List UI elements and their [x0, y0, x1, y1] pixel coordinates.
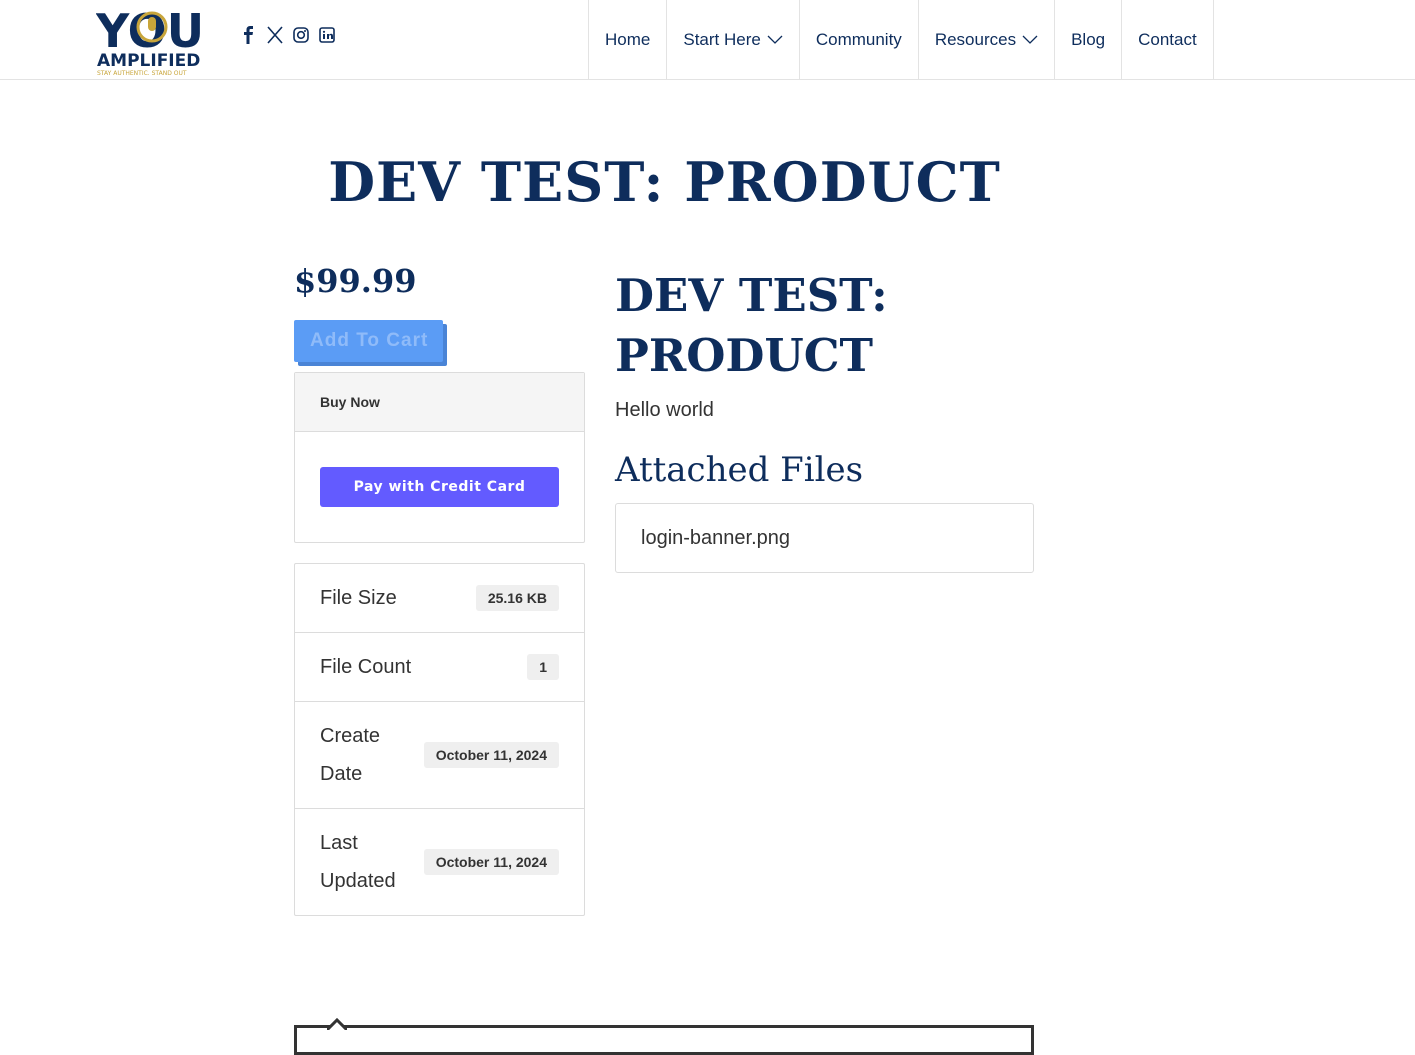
instagram-icon[interactable]	[292, 25, 310, 45]
nav-community[interactable]: Community	[798, 0, 918, 80]
product-title: DEV TEST: PRODUCT	[615, 269, 888, 382]
last-updated-badge: October 11, 2024	[423, 849, 559, 875]
product-description: Hello world	[615, 399, 714, 421]
last-updated-label: Last Updated	[320, 832, 396, 892]
meta-row-create-date: Create Date October 11, 2024	[295, 702, 584, 809]
file-count-label: File Count	[320, 656, 412, 678]
attached-file-item[interactable]: login-banner.png	[615, 503, 1034, 573]
main-nav: Home Start Here Community Resources Blog…	[588, 0, 1214, 80]
linkedin-icon[interactable]	[318, 25, 336, 45]
file-meta-list: File Size 25.16 KB File Count 1 Create D…	[294, 563, 585, 916]
create-date-label: Create Date	[320, 725, 381, 785]
file-count-badge: 1	[527, 654, 559, 680]
svg-text:STAY AUTHENTIC. STAND OUT: STAY AUTHENTIC. STAND OUT	[97, 70, 187, 77]
social-links	[240, 25, 336, 45]
create-date-badge: October 11, 2024	[423, 742, 559, 768]
footer-box	[294, 1025, 1034, 1055]
chevron-down-icon	[767, 35, 783, 44]
add-to-cart-button[interactable]: Add To Cart	[294, 320, 443, 362]
meta-row-file-count: File Count 1	[295, 633, 584, 702]
x-icon[interactable]	[266, 25, 284, 45]
page-title: DEV TEST: PRODUCT	[328, 150, 1001, 214]
nav-start-here[interactable]: Start Here	[666, 0, 798, 80]
site-logo[interactable]: YOU AMPLIFIED STAY AUTHENTIC. STAND OUT	[95, 3, 208, 77]
nav-resources[interactable]: Resources	[917, 0, 1054, 80]
caret-up-icon	[327, 1018, 347, 1030]
file-size-label: File Size	[320, 587, 397, 609]
file-name: login-banner.png	[641, 526, 791, 549]
meta-row-file-size: File Size 25.16 KB	[295, 564, 584, 633]
buy-now-panel: Buy Now Pay with Credit Card	[294, 372, 585, 543]
product-price: $99.99	[294, 262, 417, 300]
attached-files-heading: Attached Files	[615, 450, 864, 490]
facebook-icon[interactable]	[240, 25, 258, 45]
meta-row-last-updated: Last Updated October 11, 2024	[295, 809, 584, 915]
site-header: YOU AMPLIFIED STAY AUTHENTIC. STAND OUT …	[0, 0, 1415, 80]
nav-blog[interactable]: Blog	[1054, 0, 1121, 80]
nav-contact[interactable]: Contact	[1121, 0, 1214, 80]
svg-text:AMPLIFIED: AMPLIFIED	[97, 51, 200, 71]
buy-now-header: Buy Now	[295, 373, 584, 432]
nav-home[interactable]: Home	[588, 0, 666, 80]
pay-with-credit-card-button[interactable]: Pay with Credit Card	[320, 467, 559, 507]
chevron-down-icon	[1022, 35, 1038, 44]
file-size-badge: 25.16 KB	[475, 585, 559, 611]
